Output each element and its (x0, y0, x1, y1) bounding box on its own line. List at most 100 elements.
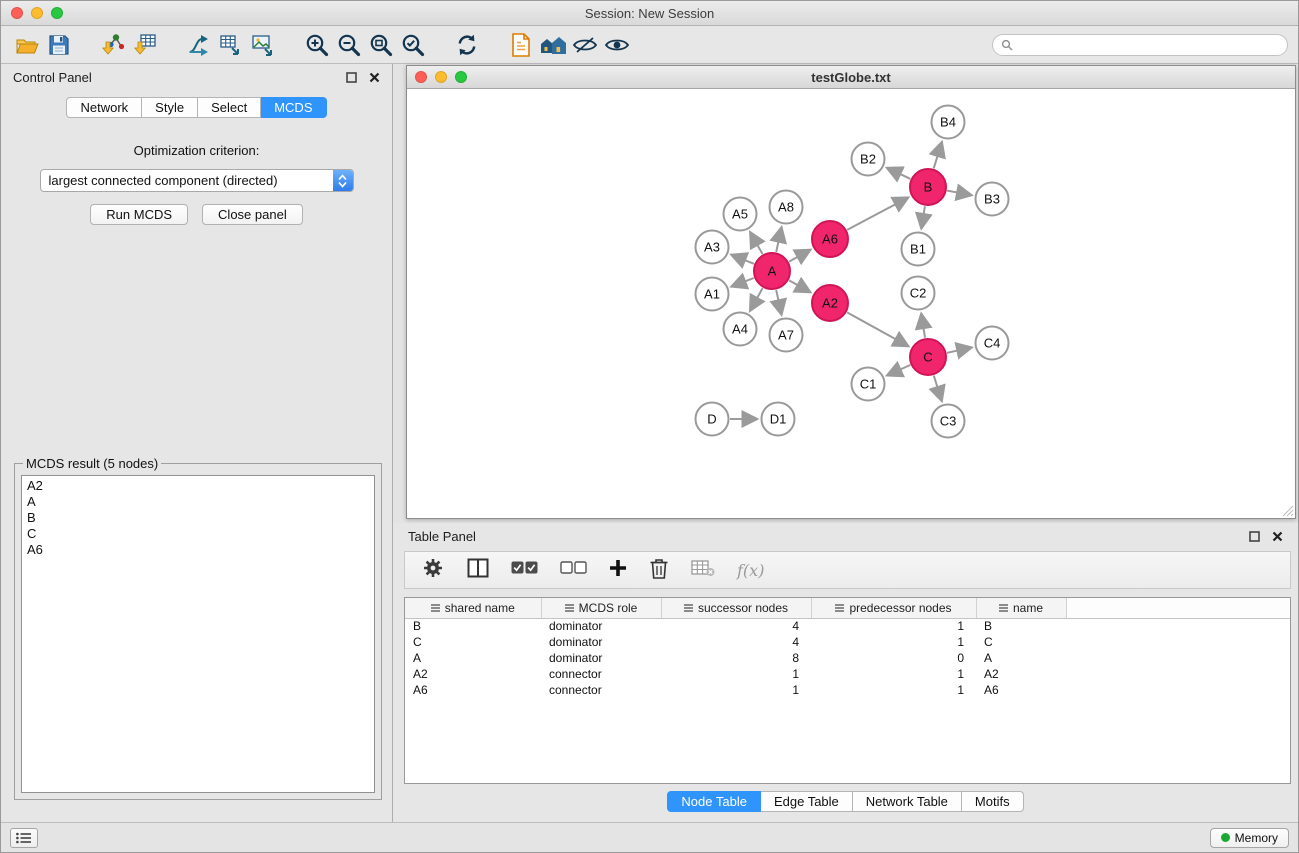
zoom-in-button[interactable] (301, 30, 333, 60)
graph-edge-B-B4[interactable] (934, 142, 942, 169)
graph-node-A7[interactable]: A7 (770, 319, 803, 352)
graph-edge-A-A2[interactable] (789, 280, 811, 292)
resize-grip[interactable] (1280, 503, 1294, 517)
tab-network-table[interactable]: Network Table (853, 791, 962, 812)
table-cell[interactable]: 1 (811, 618, 976, 634)
table-cell[interactable]: A6 (405, 682, 541, 698)
graph-edge-A6-B[interactable] (847, 197, 908, 230)
add-column-button[interactable] (609, 559, 627, 582)
function-builder-button[interactable]: f(x) (737, 561, 764, 580)
table-cell[interactable]: 8 (661, 650, 811, 666)
graph-node-B[interactable]: B (910, 169, 946, 205)
minimize-window-button[interactable] (31, 7, 43, 19)
table-row[interactable]: A6connector11A6 (405, 682, 1290, 698)
table-cell[interactable]: 1 (811, 682, 976, 698)
table-settings-button[interactable] (421, 556, 445, 585)
table-row[interactable]: Cdominator41C (405, 634, 1290, 650)
table-cell[interactable]: dominator (541, 650, 661, 666)
graph-edge-A-A7[interactable] (776, 290, 781, 315)
table-row[interactable]: A2connector11A2 (405, 666, 1290, 682)
graph-node-A2[interactable]: A2 (812, 285, 848, 321)
task-history-button[interactable] (10, 828, 38, 848)
zoom-selected-button[interactable] (397, 30, 429, 60)
table-cell[interactable]: B (976, 618, 1066, 634)
table-cell[interactable]: A6 (976, 682, 1066, 698)
network-close-button[interactable] (415, 71, 427, 83)
graph-node-A4[interactable]: A4 (724, 313, 757, 346)
tab-node-table[interactable]: Node Table (667, 791, 761, 812)
import-table-disabled-button[interactable] (691, 559, 715, 582)
graph-node-B1[interactable]: B1 (902, 233, 935, 266)
open-session-button[interactable] (11, 30, 43, 60)
graph-node-D1[interactable]: D1 (762, 403, 795, 436)
tab-mcds[interactable]: MCDS (261, 97, 326, 118)
graph-edge-B-B1[interactable] (921, 206, 925, 229)
table-cell[interactable]: A (976, 650, 1066, 666)
graph-node-C2[interactable]: C2 (902, 277, 935, 310)
tab-style[interactable]: Style (142, 97, 198, 118)
clone-network-button[interactable] (183, 30, 215, 60)
table-cell[interactable]: connector (541, 682, 661, 698)
search-field[interactable] (992, 34, 1288, 56)
zoom-window-button[interactable] (51, 7, 63, 19)
graph-node-D[interactable]: D (696, 403, 729, 436)
import-table-button[interactable] (129, 30, 161, 60)
table-cell[interactable]: 1 (661, 666, 811, 682)
save-session-button[interactable] (43, 30, 75, 60)
close-window-button[interactable] (11, 7, 23, 19)
graph-edge-A-A5[interactable] (750, 232, 763, 254)
tab-network[interactable]: Network (66, 97, 142, 118)
dropdown-stepper[interactable] (333, 170, 353, 191)
float-panel-icon[interactable] (346, 72, 357, 83)
table-cell[interactable]: 4 (661, 618, 811, 634)
network-canvas[interactable]: B4B2BB3A8A5A6A3B1AC2A1A2A4A7C4CC1C3DD1 (407, 89, 1295, 518)
table-cell[interactable]: C (976, 634, 1066, 650)
network-minimize-button[interactable] (435, 71, 447, 83)
zoom-out-button[interactable] (333, 30, 365, 60)
graph-edge-A-A8[interactable] (776, 227, 781, 252)
float-table-panel-icon[interactable] (1249, 531, 1260, 542)
graph-edge-A2-C[interactable] (847, 312, 909, 346)
import-network-button[interactable] (97, 30, 129, 60)
table-cell[interactable]: connector (541, 666, 661, 682)
close-panel-icon[interactable] (369, 72, 380, 83)
table-cell[interactable]: 0 (811, 650, 976, 666)
graph-edge-B-B3[interactable] (947, 191, 972, 196)
table-cell[interactable]: 4 (661, 634, 811, 650)
graph-node-C[interactable]: C (910, 339, 946, 375)
node-table-container[interactable]: shared name MCDS role successor nodes pr… (404, 597, 1291, 784)
mcds-result-item[interactable]: A2 (27, 478, 369, 494)
graph-node-C1[interactable]: C1 (852, 368, 885, 401)
graph-node-B4[interactable]: B4 (932, 106, 965, 139)
graph-edge-B-B2[interactable] (887, 168, 911, 179)
mcds-result-item[interactable]: A6 (27, 542, 369, 558)
column-header-shared-name[interactable]: shared name (405, 598, 541, 618)
graph-edge-A-A6[interactable] (789, 250, 811, 262)
criterion-dropdown[interactable]: largest connected component (directed) (40, 169, 354, 192)
close-panel-button[interactable]: Close panel (202, 204, 303, 225)
graph-node-A5[interactable]: A5 (724, 198, 757, 231)
table-cell[interactable]: B (405, 618, 541, 634)
column-header-mcds-role[interactable]: MCDS role (541, 598, 661, 618)
export-image-button[interactable] (247, 30, 279, 60)
table-cell[interactable]: A (405, 650, 541, 666)
mcds-result-list[interactable]: A2ABCA6 (21, 475, 375, 793)
network-window-titlebar[interactable]: testGlobe.txt (407, 66, 1295, 89)
graph-node-A6[interactable]: A6 (812, 221, 848, 257)
table-cell[interactable]: A2 (976, 666, 1066, 682)
mcds-result-item[interactable]: C (27, 526, 369, 542)
run-mcds-button[interactable]: Run MCDS (90, 204, 188, 225)
table-cell[interactable]: dominator (541, 634, 661, 650)
graph-node-A3[interactable]: A3 (696, 231, 729, 264)
new-network-from-table-button[interactable] (215, 30, 247, 60)
graph-edge-A-A3[interactable] (731, 255, 754, 264)
mcds-result-item[interactable]: B (27, 510, 369, 526)
memory-button[interactable]: Memory (1210, 828, 1289, 848)
network-zoom-button[interactable] (455, 71, 467, 83)
table-cell[interactable]: A2 (405, 666, 541, 682)
search-input[interactable] (1018, 38, 1279, 52)
graph-edge-C-C2[interactable] (921, 313, 925, 337)
delete-column-button[interactable] (649, 557, 669, 584)
graph-node-A[interactable]: A (754, 253, 790, 289)
deselect-all-columns-button[interactable] (560, 560, 587, 580)
